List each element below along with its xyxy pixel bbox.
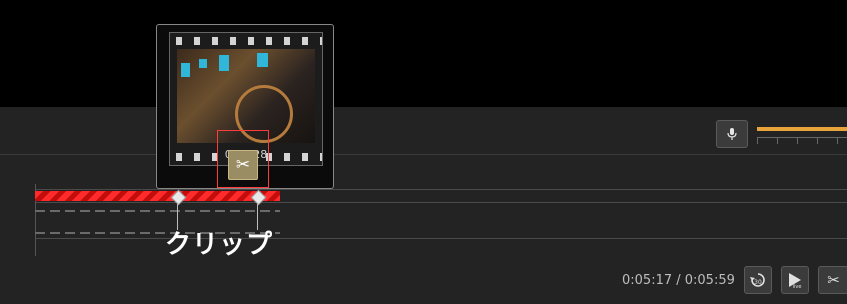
preview-area — [0, 0, 847, 107]
clip-caption: クリップ — [165, 230, 274, 260]
track-bottom-line — [35, 202, 847, 203]
audio-level-bar — [757, 127, 847, 131]
sign-2 — [199, 59, 207, 68]
audio-level-scale — [757, 137, 847, 144]
svg-text:30: 30 — [754, 279, 762, 286]
time-readout: 0:05:17 / 0:05:59 — [622, 273, 735, 288]
divider — [0, 154, 847, 155]
scissors-icon: ✂ — [235, 155, 251, 175]
play-icon: live — [789, 273, 802, 290]
video-frame — [177, 49, 315, 143]
sign-4 — [257, 53, 268, 67]
film-sprockets-top — [170, 37, 322, 45]
track-top-line — [35, 189, 847, 190]
rewind-30-icon: 30 — [750, 273, 765, 287]
clip-selection-bar[interactable] — [35, 191, 280, 201]
sign-3 — [219, 55, 229, 71]
empty-track-dashes-1 — [35, 210, 280, 212]
svg-text:live: live — [793, 284, 802, 290]
cut-button[interactable]: ✂ — [818, 266, 847, 294]
track-lower-line — [35, 238, 847, 239]
audio-level-meter — [757, 127, 847, 144]
split-clip-button[interactable]: ✂ — [228, 150, 258, 180]
rewind-30-button[interactable]: 30 — [744, 266, 772, 294]
play-live-button[interactable]: live — [781, 266, 809, 294]
scissors-icon: ✂ — [827, 271, 840, 289]
sign-1 — [181, 63, 190, 77]
microphone-icon — [727, 128, 737, 140]
mic-button[interactable] — [716, 120, 748, 148]
